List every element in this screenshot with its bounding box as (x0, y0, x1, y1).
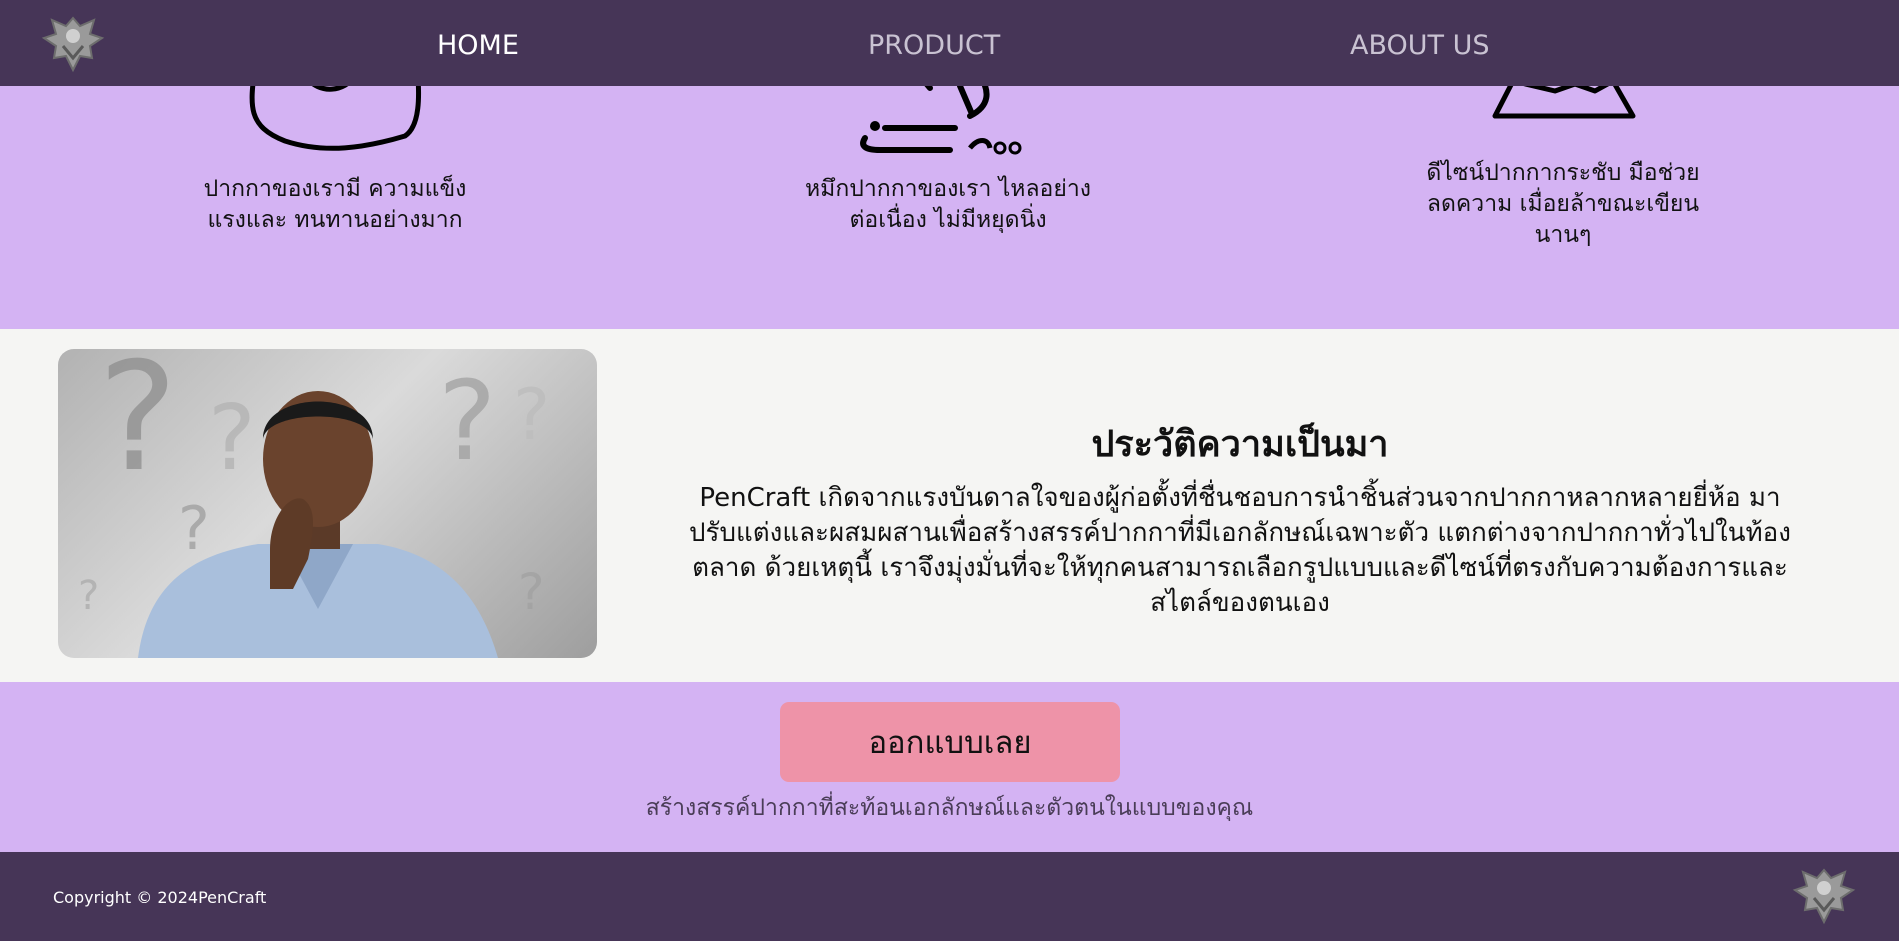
ergonomic-grip-icon (1475, 86, 1655, 130)
design-now-button[interactable]: ออกแบบเลย (780, 702, 1120, 782)
thinking-man-photo: ? ? ? ? ? ? ? (58, 349, 597, 658)
svg-text:?: ? (438, 357, 496, 485)
nav-link-home[interactable]: HOME (437, 30, 519, 61)
copyright-text: Copyright © 2024PenCraft (53, 888, 267, 907)
svg-text:?: ? (78, 573, 99, 619)
svg-text:?: ? (178, 494, 210, 564)
svg-text:?: ? (513, 374, 550, 456)
footer-logo-icon (1789, 864, 1859, 928)
features-section: ปากกาของเรามี ความแข็งแรงและ ทนทานอย่างม… (0, 86, 1899, 329)
ink-flow-icon (860, 86, 1030, 160)
nav-link-about-us[interactable]: ABOUT US (1350, 30, 1490, 61)
feature-text-design: ดีไซน์ปากกากระชับ มือช่วยลดความ เมื่อยล้… (1426, 160, 1700, 248)
durable-pen-icon (245, 86, 425, 160)
nav-link-product[interactable]: PRODUCT (868, 30, 1000, 61)
svg-text:?: ? (98, 349, 178, 505)
cta-section: ออกแบบเลย สร้างสรรค์ปากกาที่สะท้อนเอกลัก… (0, 682, 1899, 852)
svg-text:?: ? (208, 386, 256, 491)
footer: Copyright © 2024PenCraft (0, 852, 1899, 941)
navbar: HOME PRODUCT ABOUT US (0, 0, 1899, 86)
svg-text:?: ? (518, 563, 545, 621)
history-title: ประวัติความเป็นมา (1091, 424, 1389, 465)
history-section: ? ? ? ? ? ? ? ประวัติความเป็นมา PenCraft… (0, 329, 1899, 682)
feature-text-ink-flow: หมึกปากกาของเรา ไหลอย่างต่อเนื่อง ไม่มีห… (805, 176, 1091, 233)
history-body: PenCraft เกิดจากแรงบันดาลใจของผู้ก่อตั้ง… (689, 483, 1791, 618)
cta-subtitle: สร้างสรรค์ปากกาที่สะท้อนเอกลักษณ์และตัวต… (645, 795, 1254, 821)
feature-text-durability: ปากกาของเรามี ความแข็งแรงและ ทนทานอย่างม… (203, 176, 467, 233)
pencraft-logo-icon[interactable] (38, 12, 108, 76)
